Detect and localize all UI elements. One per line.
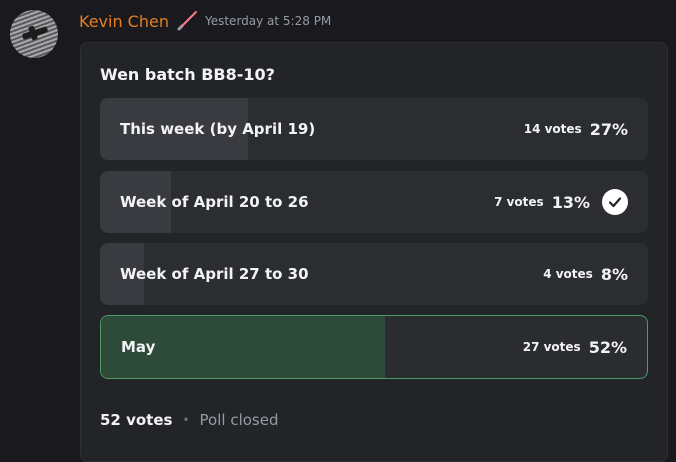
lightsaber-icon [175,9,199,33]
message-timestamp: Yesterday at 5:28 PM [204,14,332,28]
author-name[interactable]: Kevin Chen [79,12,169,31]
poll-answer-stats: 4 votes 8% [543,243,628,305]
separator-dot: • [182,413,190,427]
poll-answer-3[interactable]: Week of April 27 to 30 4 votes 8% [100,243,648,305]
poll-answer-label: Week of April 27 to 30 [120,265,309,283]
poll-answer-1[interactable]: This week (by April 19) 14 votes 27% [100,98,648,160]
poll-answer-label: This week (by April 19) [120,120,316,138]
poll-status: Poll closed [199,411,279,429]
poll-question: Wen batch BB8-10? [100,65,275,84]
poll-footer: 52 votes • Poll closed [100,411,278,429]
poll-card: Wen batch BB8-10? This week (by April 19… [80,42,668,462]
poll-answer-percent: 27% [589,119,628,139]
author-avatar[interactable] [10,10,58,58]
poll-total-votes: 52 votes [100,411,173,429]
poll-answer-votes: 27 votes [522,340,581,354]
poll-answer-votes: 7 votes [494,195,544,209]
poll-answer-percent: 8% [600,264,628,284]
poll-answer-stats: 27 votes 52% [523,316,627,378]
poll-answer-stats: 14 votes 27% [524,98,628,160]
poll-answer-4[interactable]: May 27 votes 52% [100,315,648,379]
message-header: Kevin Chen Yesterday at 5:28 PM [79,9,331,33]
poll-answer-stats: 7 votes 13% [494,171,628,233]
poll-answer-label: Week of April 20 to 26 [120,193,309,211]
poll-answer-votes: 4 votes [543,267,593,281]
poll-answer-label: May [121,338,156,356]
poll-answer-percent: 52% [588,337,627,357]
poll-answer-votes: 14 votes [523,122,582,136]
poll-answer-2[interactable]: Week of April 20 to 26 7 votes 13% [100,171,648,233]
checkmark-icon [602,189,628,215]
poll-answer-percent: 13% [551,192,590,212]
